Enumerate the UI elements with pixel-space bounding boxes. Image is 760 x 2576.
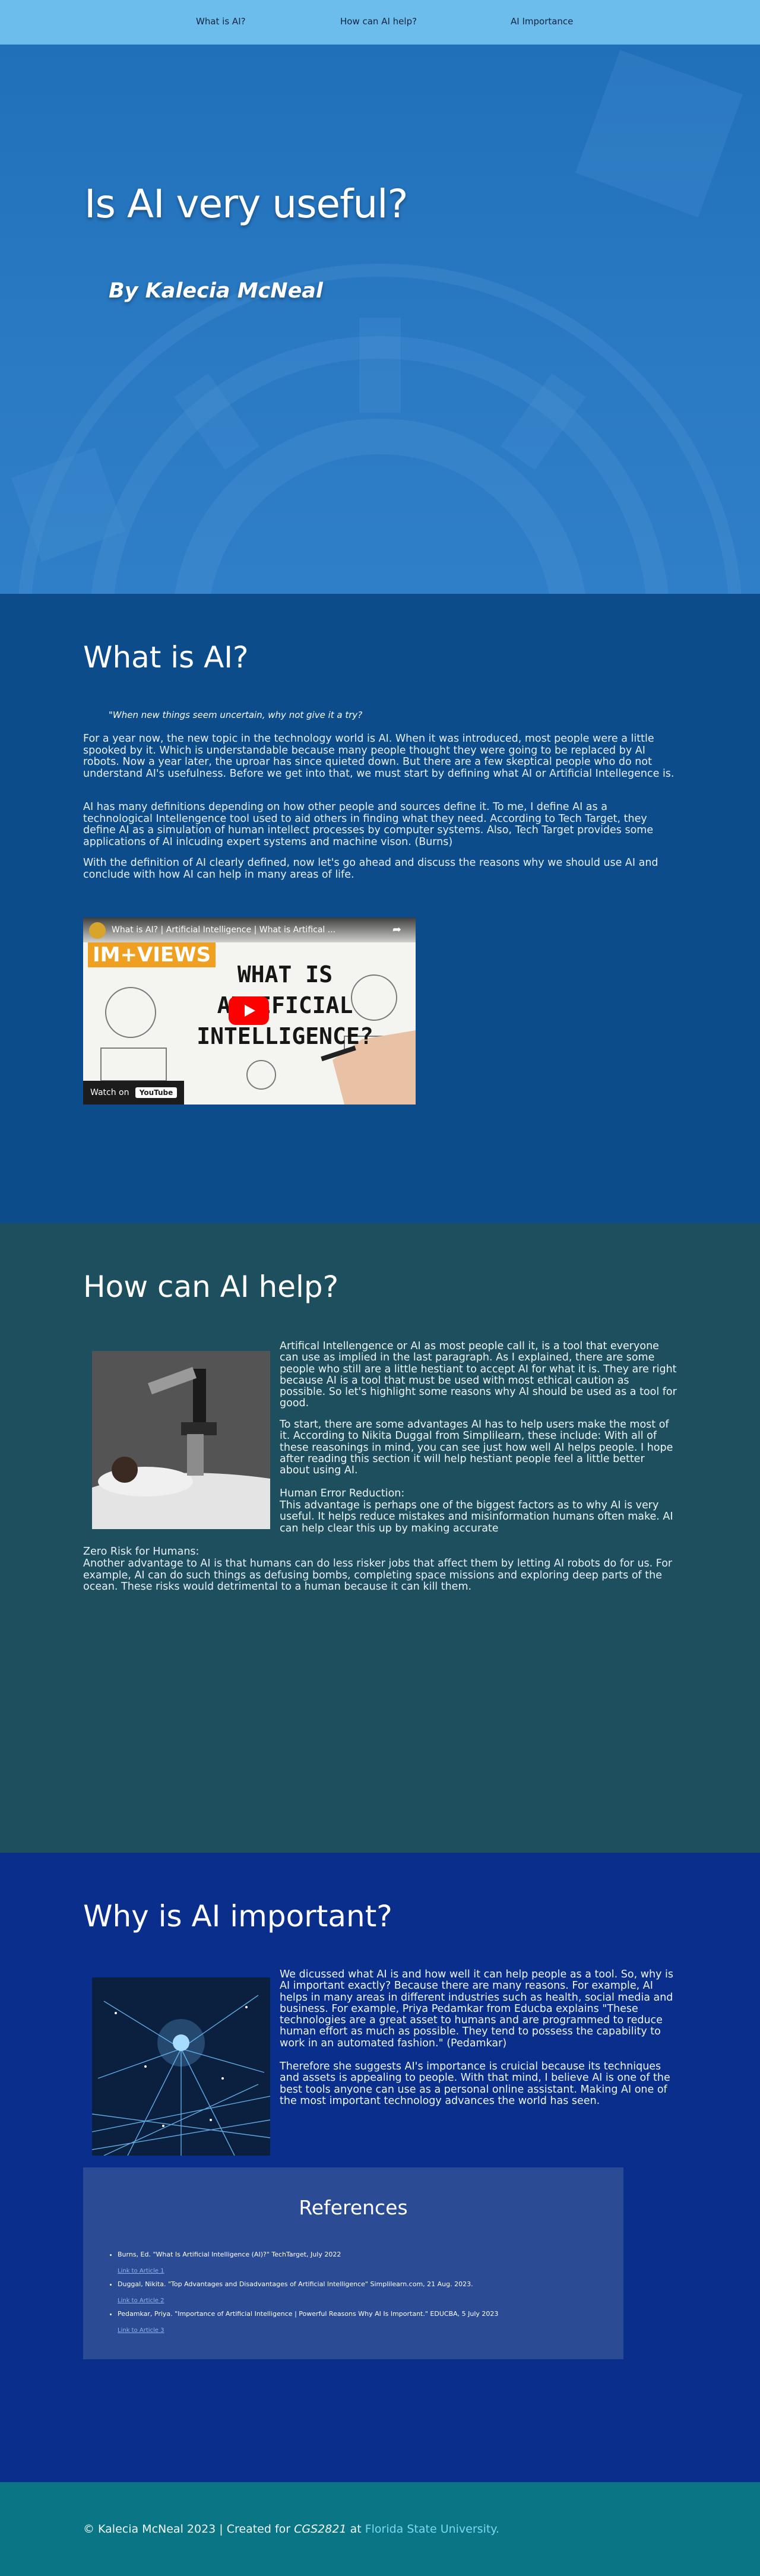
footer-prefix: © Kalecia McNeal 2023 | Created for xyxy=(83,2523,294,2536)
reference-citation: Pedamkar, Priya. "Importance of Artifici… xyxy=(118,2310,499,2318)
paragraph: To start, there are some advantages AI h… xyxy=(280,1419,673,1476)
video-embed[interactable]: What is AI? | Artificial Intelligence | … xyxy=(83,917,416,1105)
references-list: Burns, Ed. "What Is Artificial Intellige… xyxy=(101,2251,616,2340)
video-title-bar: What is AI? | Artificial Intelligence | … xyxy=(83,917,416,942)
section-how-can-ai-help: How can AI help? Artifical Intellengence… xyxy=(0,1223,760,1853)
youtube-logo-icon: YouTube xyxy=(135,1087,177,1098)
reference-link[interactable]: Link to Article 1 xyxy=(118,2267,616,2276)
channel-avatar[interactable] xyxy=(89,922,106,939)
references-title: References xyxy=(299,2196,408,2219)
ai-network-image xyxy=(92,1977,270,2156)
section-title: How can AI help? xyxy=(83,1270,339,1304)
footer-school-link[interactable]: Florida State University. xyxy=(365,2523,499,2536)
hero-banner: Is AI very useful? By Kalecia McNeal xyxy=(0,45,760,594)
play-button-icon[interactable] xyxy=(229,996,269,1025)
nav-link-what-is-ai[interactable]: What is AI? xyxy=(196,16,246,27)
reference-citation: Burns, Ed. "What Is Artificial Intellige… xyxy=(118,2251,341,2258)
paragraph: Another advantage to AI is that humans c… xyxy=(83,1558,673,1593)
paragraph: We dicussed what AI is and how well it c… xyxy=(280,1969,674,2049)
nav-link-ai-importance[interactable]: AI Importance xyxy=(511,16,573,27)
video-title[interactable]: What is AI? | Artificial Intelligence | … xyxy=(112,925,335,935)
robot-and-woman-image xyxy=(92,1351,270,1529)
subheading: Zero Risk for Humans: xyxy=(83,1546,200,1558)
video-thumbnail-text: WHAT IS ARTIFICIAL INTELLIGENCE? xyxy=(197,961,373,1049)
section-what-is-ai: What is AI? "When new things seem uncert… xyxy=(0,594,760,1223)
reference-item: Pedamkar, Priya. "Importance of Artifici… xyxy=(118,2310,616,2335)
watch-on-label: Watch on xyxy=(90,1088,129,1097)
reference-item: Duggal, Nikita. "Top Advantages and Disa… xyxy=(118,2280,616,2305)
paragraph: With the definition of AI clearly define… xyxy=(83,857,658,881)
reference-citation: Duggal, Nikita. "Top Advantages and Disa… xyxy=(118,2280,473,2288)
footer: © Kalecia McNeal 2023 | Created for CGS2… xyxy=(0,2482,760,2576)
section-title: Why is AI important? xyxy=(83,1899,392,1933)
hero-background-pattern xyxy=(11,50,743,594)
share-icon[interactable]: ➦ xyxy=(392,923,401,936)
paragraph: Artifical Intellengence or AI as most pe… xyxy=(280,1340,677,1410)
author-byline: By Kalecia McNeal xyxy=(109,279,323,303)
quote: "When new things seem uncertain, why not… xyxy=(109,710,363,720)
reference-item: Burns, Ed. "What Is Artificial Intellige… xyxy=(118,2251,616,2276)
section-title: What is AI? xyxy=(83,640,249,675)
subheading: Human Error Reduction: xyxy=(280,1488,405,1499)
reference-link[interactable]: Link to Article 2 xyxy=(118,2297,616,2305)
section-why-is-ai-important: Why is AI important? We dicussed what AI… xyxy=(0,1853,760,2482)
footer-credit: © Kalecia McNeal 2023 | Created for CGS2… xyxy=(83,2523,499,2536)
paragraph: AI has many definitions depending on how… xyxy=(83,801,654,848)
page-title: Is AI very useful? xyxy=(84,181,408,227)
watch-on-youtube-button[interactable]: Watch on YouTube xyxy=(83,1081,184,1105)
footer-middle: at xyxy=(346,2523,365,2536)
footer-course: CGS2821 xyxy=(294,2523,347,2536)
paragraph: Therefore she suggests AI's importance i… xyxy=(280,2061,670,2107)
references-box: References Burns, Ed. "What Is Artificia… xyxy=(83,2167,623,2359)
paragraph: This advantage is perhaps one of the big… xyxy=(280,1499,673,1534)
paragraph: For a year now, the new topic in the tec… xyxy=(83,733,674,780)
reference-link[interactable]: Link to Article 3 xyxy=(118,2327,616,2335)
top-nav: What is AI? How can AI help? AI Importan… xyxy=(0,0,760,45)
nav-link-how-can-ai-help[interactable]: How can AI help? xyxy=(340,16,417,27)
